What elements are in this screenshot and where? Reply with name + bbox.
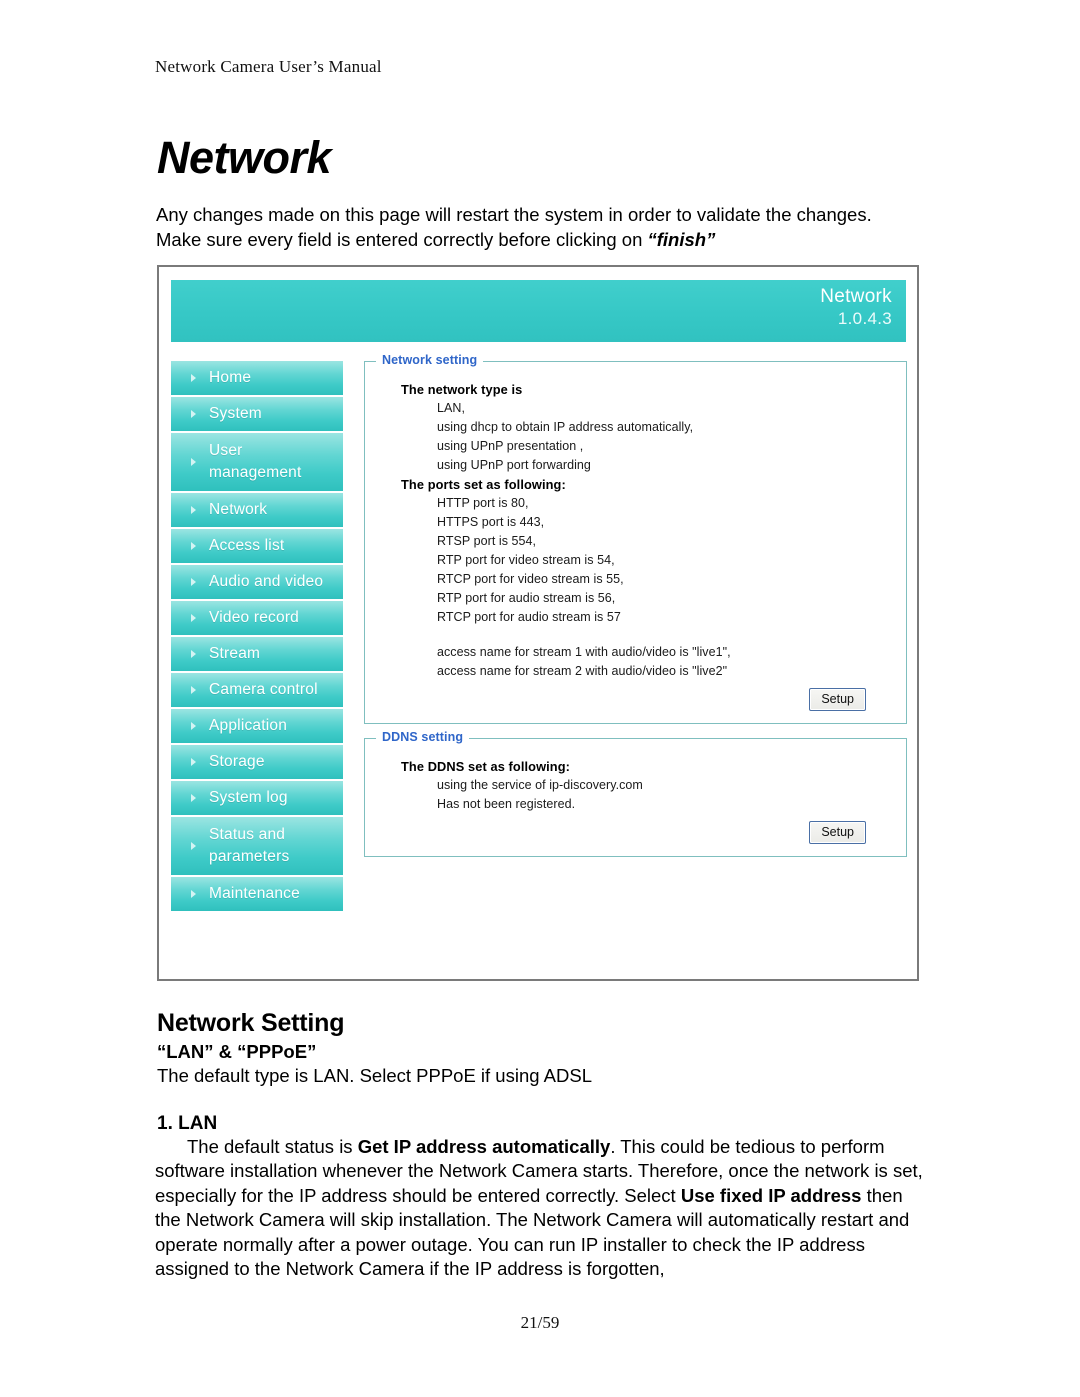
access-name-line: access name for stream 1 with audio/vide… <box>437 645 731 659</box>
network-setting-legend: Network setting <box>376 353 484 367</box>
ddns-title: The DDNS set as following: <box>401 759 570 774</box>
chevron-right-icon <box>191 578 196 586</box>
chevron-right-icon <box>191 374 196 382</box>
network-type-line: using dhcp to obtain IP address automati… <box>437 420 694 434</box>
sidebar-item-status-and-parameters[interactable]: Status and parameters <box>171 817 343 877</box>
ddns-setting-panel: DDNS setting The DDNS set as following: … <box>364 730 907 857</box>
sidebar-item-label: Network <box>209 501 268 518</box>
sidebar-item-label: Application <box>209 717 288 734</box>
sidebar-item-label: Audio and video <box>209 573 324 590</box>
sidebar-item-label: System log <box>209 789 288 806</box>
sidebar-item-camera-control[interactable]: Camera control <box>171 673 343 709</box>
section-body-text: The default status is Get IP address aut… <box>155 1135 923 1281</box>
sidebar-item-label: Maintenance <box>209 885 300 902</box>
port-line: RTP port for audio stream is 56, <box>437 591 616 605</box>
ddns-line: Has not been registered. <box>437 797 576 811</box>
section-paragraph: The default type is LAN. Select PPPoE if… <box>157 1065 592 1086</box>
chevron-right-icon <box>191 758 196 766</box>
port-line: RTP port for video stream is 54, <box>437 553 615 567</box>
network-setup-button[interactable]: Setup <box>809 688 866 711</box>
port-line: HTTPS port is 443, <box>437 515 545 529</box>
sidebar-item-stream[interactable]: Stream <box>171 637 343 673</box>
chevron-right-icon <box>191 650 196 658</box>
sidebar-item-maintenance[interactable]: Maintenance <box>171 877 343 913</box>
chevron-right-icon <box>191 794 196 802</box>
sidebar-item-audio-and-video[interactable]: Audio and video <box>171 565 343 601</box>
sidebar-item-label: System <box>209 405 262 422</box>
camera-ui-screenshot: Network 1.0.4.3 Home System User managem… <box>157 265 919 981</box>
sidebar-nav: Home System User management Network Acce <box>171 361 343 913</box>
chevron-right-icon <box>191 890 196 898</box>
chevron-right-icon <box>191 542 196 550</box>
sidebar-item-label: User management <box>209 442 302 481</box>
port-line: RTSP port is 554, <box>437 534 537 548</box>
intro-paragraph: Any changes made on this page will resta… <box>156 203 956 252</box>
sidebar-item-storage[interactable]: Storage <box>171 745 343 781</box>
port-line: RTCP port for audio stream is 57 <box>437 610 621 624</box>
chevron-right-icon <box>191 842 196 850</box>
chevron-right-icon <box>191 614 196 622</box>
sidebar-item-label: Home <box>209 369 252 386</box>
body-text-1: The default status is <box>187 1136 358 1157</box>
sidebar-item-access-list[interactable]: Access list <box>171 529 343 565</box>
sidebar-item-home[interactable]: Home <box>171 361 343 397</box>
sidebar-item-user-management[interactable]: User management <box>171 433 343 493</box>
section-numbered-heading: 1. LAN <box>157 1113 218 1134</box>
page-number: 21/59 <box>520 1313 560 1332</box>
sidebar-item-label: Access list <box>209 537 285 554</box>
intro-line-2-text: Make sure every field is entered correct… <box>156 228 648 250</box>
network-type-line: using UPnP port forwarding <box>437 458 591 472</box>
sidebar-item-label: Storage <box>209 753 265 770</box>
chevron-right-icon <box>191 722 196 730</box>
page-title: Network <box>157 132 332 183</box>
running-header: Network Camera User’s Manual <box>155 57 382 76</box>
ports-title: The ports set as following: <box>401 477 566 492</box>
sidebar-item-label: Status and parameters <box>209 826 290 865</box>
sidebar-item-application[interactable]: Application <box>171 709 343 745</box>
ddns-setup-button[interactable]: Setup <box>809 821 866 844</box>
access-name-line: access name for stream 2 with audio/vide… <box>437 664 728 678</box>
app-banner: Network 1.0.4.3 <box>171 280 906 342</box>
main-content: Network setting The network type is LAN,… <box>364 353 907 871</box>
sidebar-item-network[interactable]: Network <box>171 493 343 529</box>
network-setting-actions: Setup <box>379 688 866 711</box>
intro-line-1: Any changes made on this page will resta… <box>156 204 872 225</box>
sidebar-item-system[interactable]: System <box>171 397 343 433</box>
sidebar-item-label: Video record <box>209 609 300 626</box>
body-bold-use-fixed-ip: Use fixed IP address <box>680 1184 862 1206</box>
chevron-right-icon <box>191 686 196 694</box>
intro-emphasis-finish: “finish” <box>647 228 716 250</box>
chevron-right-icon <box>191 506 196 514</box>
sidebar-item-label: Stream <box>209 645 261 662</box>
network-type-line: LAN, <box>437 401 465 415</box>
ddns-setting-actions: Setup <box>379 821 866 844</box>
section-heading: Network Setting <box>157 1009 345 1037</box>
network-type-line: using UPnP presentation , <box>437 439 584 453</box>
body-bold-get-ip: Get IP address automatically <box>357 1136 611 1157</box>
section-subheading: “LAN” & “PPPoE” <box>157 1041 317 1062</box>
sidebar-item-system-log[interactable]: System log <box>171 781 343 817</box>
manual-page: Network Camera User’s Manual Network Any… <box>0 0 1080 1397</box>
ddns-line: using the service of ip-discovery.com <box>437 778 643 792</box>
port-line: RTCP port for video stream is 55, <box>437 572 624 586</box>
banner-title: Network <box>820 286 892 307</box>
network-type-title: The network type is <box>401 382 523 397</box>
sidebar-item-label: Camera control <box>209 681 318 698</box>
chevron-right-icon <box>191 410 196 418</box>
network-setting-panel: Network setting The network type is LAN,… <box>364 353 907 724</box>
port-line: HTTP port is 80, <box>437 496 529 510</box>
ddns-setting-legend: DDNS setting <box>376 730 470 744</box>
chevron-right-icon <box>191 458 196 466</box>
sidebar-item-video-record[interactable]: Video record <box>171 601 343 637</box>
banner-version: 1.0.4.3 <box>837 309 892 328</box>
